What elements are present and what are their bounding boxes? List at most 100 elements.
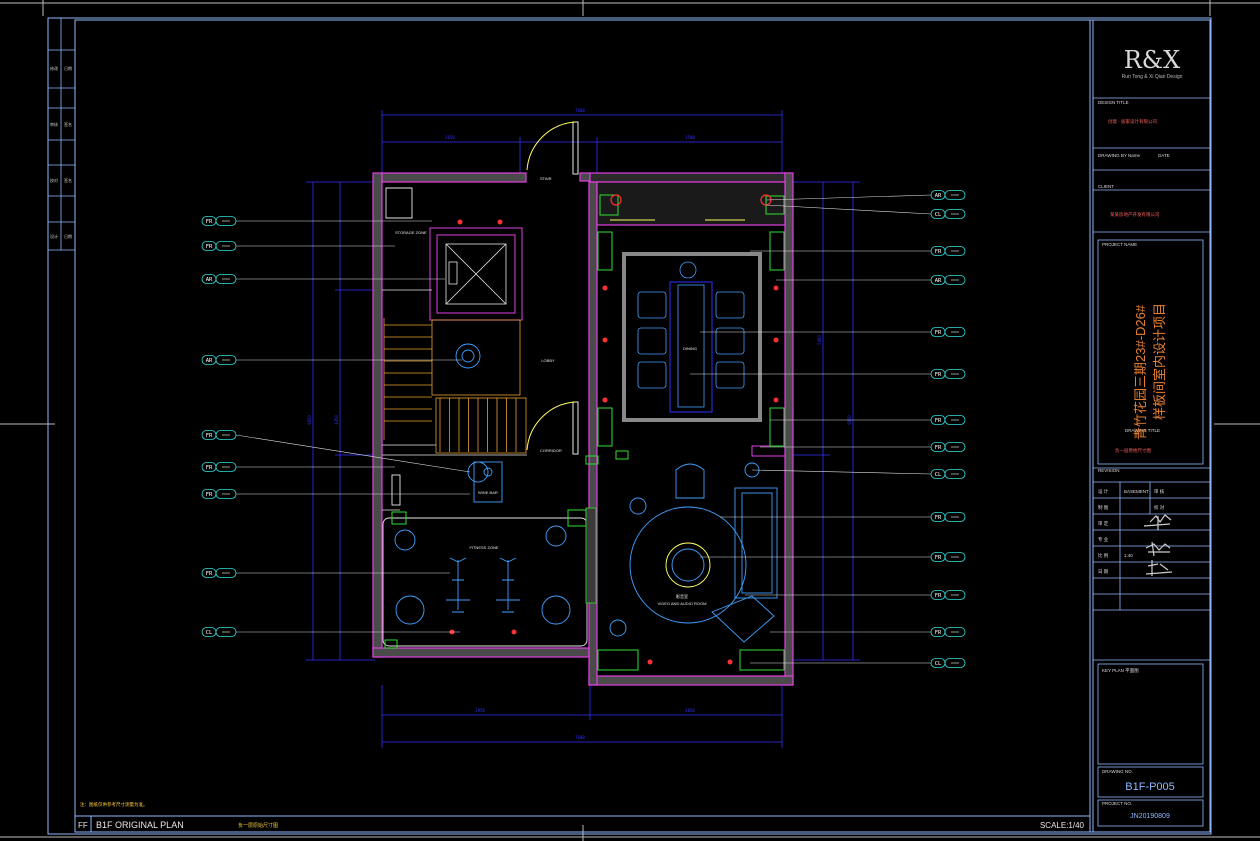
svg-text:5400: 5400 <box>817 335 822 345</box>
drawing-no-label: DRAWING NO. <box>1102 769 1133 774</box>
annotation-tag: FR <box>770 627 966 637</box>
design-title-value: 创意 · 居家设计有限公司 <box>1108 118 1157 125</box>
svg-text:9850: 9850 <box>307 415 312 425</box>
project-line-2: 样板间室内设计项目 <box>1152 303 1167 420</box>
tb-row-key: 比 例 <box>1098 552 1109 559</box>
room-label-video: VIDEO AND AUDIO ROOM <box>658 601 707 606</box>
key-plan-label: KEY PLAN 平面图 <box>1102 668 1139 674</box>
annotation-tag-code: AR <box>935 278 942 284</box>
title-block <box>1093 97 1210 827</box>
tb-row-key-2: 审 核 <box>1154 488 1165 495</box>
footer-prefix: FF <box>78 821 88 830</box>
annotation-tag: FR <box>690 369 966 379</box>
wall-fixtures <box>384 194 785 671</box>
date-label: DATE <box>1158 153 1170 158</box>
right-annotation-tags: AR CL FR AR FR FR FR FR CL FR FR FR FR CL <box>690 190 966 668</box>
annotation-tag-code: CL <box>935 212 942 218</box>
client-label: CLIENT <box>1098 184 1114 189</box>
revision-label: REVISION <box>1098 468 1120 473</box>
project-no-label: PROJECT NO. <box>1102 801 1132 806</box>
project-line-1: 青竹花园三期23#-D26# <box>1133 304 1148 440</box>
svg-text:签名: 签名 <box>64 177 72 183</box>
dining-chair <box>637 327 667 355</box>
drawing-frame <box>47 17 1212 835</box>
tb-row-key: 审 定 <box>1098 520 1109 527</box>
annotation-tag: FR <box>700 552 966 562</box>
svg-text:审核: 审核 <box>50 121 58 127</box>
drawing-name-value: 负一层原始尺寸图 <box>1115 447 1151 454</box>
annotation-tag-code: FR <box>935 372 942 378</box>
annotation-tag-code: CL <box>935 661 942 667</box>
drawn-label: DRAWING BY Name <box>1098 153 1141 158</box>
room-label-fitness: FITNESS ZONE <box>469 545 498 550</box>
annotation-tag-code: FR <box>935 630 942 636</box>
floor-plan: 7600 2650 3500 3950 3850 7600 9850 3350 … <box>201 108 966 748</box>
annotation-tag-code: CL <box>935 472 942 478</box>
annotation-tag: AR <box>201 355 462 365</box>
video-room-furniture <box>609 462 778 643</box>
footer-note: 注：图纸仅供参考尺寸测量为准。 <box>80 801 148 808</box>
footer-scale: SCALE:1/40 <box>1040 821 1085 830</box>
design-title-label: DESIGN TITLE <box>1098 100 1129 105</box>
dining-chair <box>715 361 745 389</box>
svg-text:3850: 3850 <box>685 708 695 713</box>
stairs <box>383 318 527 454</box>
annotation-tag: FR <box>201 462 395 472</box>
annotation-tag: FR <box>201 430 471 473</box>
fitness-equipment <box>382 187 588 647</box>
annotation-tag-code: FR <box>935 593 942 599</box>
svg-text:7600: 7600 <box>575 108 585 113</box>
annotation-tag-code: AR <box>206 358 213 364</box>
annotation-tag-code: FR <box>206 219 213 225</box>
annotation-tag: FR <box>750 246 966 256</box>
cad-drawing-canvas: 修改 日期 审核 签名 校对 签名 设计 日期 R&X Run Tong & Xi Qi… <box>0 0 1260 841</box>
dining-area <box>622 252 762 422</box>
svg-text:日期: 日期 <box>64 233 72 239</box>
room-label-stair: STAIR <box>540 176 552 181</box>
revision-strip <box>48 18 75 251</box>
tb-row-key: 日 期 <box>1098 569 1109 575</box>
project-number: JN20190809 <box>1130 813 1170 820</box>
dining-chair <box>637 361 667 389</box>
room-label-corridor: CORRIDOR <box>540 448 562 453</box>
annotation-tag-code: FR <box>935 330 942 336</box>
svg-text:校对: 校对 <box>50 177 58 183</box>
annotation-tag-code: AR <box>935 193 942 199</box>
tb-row-key: 设 计 <box>1098 488 1109 495</box>
annotation-tag: CL <box>751 469 966 479</box>
annotation-tag: FR <box>201 241 395 251</box>
annotation-tag: AR <box>765 190 966 201</box>
logo-text: R&X <box>1124 46 1181 74</box>
svg-text:修改: 修改 <box>50 65 58 71</box>
svg-text:签名: 签名 <box>64 121 72 127</box>
annotation-tag: CL <box>765 204 966 219</box>
annotation-tag: FR <box>201 568 450 578</box>
room-label-storage: STORAGE ZONE <box>395 230 427 235</box>
annotation-tag: FR <box>745 590 966 600</box>
project-name-vertical: 青竹花园三期23#-D26# 样板间室内设计项目 <box>1133 303 1167 440</box>
svg-text:设计: 设计 <box>50 233 58 239</box>
tb-row-key-2: 校 对 <box>1154 504 1165 511</box>
annotation-tag-code: FR <box>935 515 942 521</box>
footer-plan-title-cn: 负一层原始尺寸图 <box>238 822 278 829</box>
annotation-tag: CL <box>201 627 460 637</box>
svg-text:日期: 日期 <box>64 65 72 71</box>
dining-chair <box>715 291 745 319</box>
project-label: PROJECT NAME <box>1102 242 1137 247</box>
annotation-tag: FR <box>700 327 966 337</box>
svg-text:7600: 7600 <box>575 735 585 740</box>
client-value: 某某房地产开发有限公司 <box>1110 211 1160 218</box>
annotation-tag: AR <box>776 275 966 285</box>
dining-chair <box>637 291 667 319</box>
room-label-wine: WINE BAR <box>478 490 498 495</box>
annotation-tag-code: FR <box>935 249 942 255</box>
annotation-tag: FR <box>720 512 966 522</box>
svg-text:2650: 2650 <box>445 135 455 140</box>
svg-text:3350: 3350 <box>334 415 339 425</box>
annotation-tag-code: CL <box>206 630 213 636</box>
annotation-tag-code: FR <box>206 571 213 577</box>
tb-row-key: 制 图 <box>1098 504 1109 511</box>
elevator <box>445 243 507 305</box>
annotation-tag-code: FR <box>206 244 213 250</box>
svg-text:3950: 3950 <box>475 708 485 713</box>
